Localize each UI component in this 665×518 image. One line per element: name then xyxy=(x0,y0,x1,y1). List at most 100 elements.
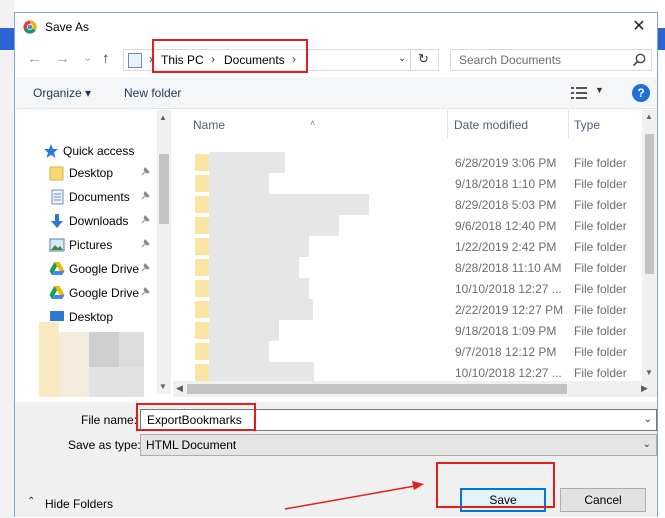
column-header-type[interactable]: Type xyxy=(574,118,600,132)
address-history-dropdown[interactable]: ⌄ xyxy=(398,53,406,64)
search-box[interactable]: Search Documents xyxy=(450,49,652,71)
sidebar-item-desktop[interactable]: Desktop xyxy=(49,162,159,184)
file-date: 10/10/2018 12:27 ... xyxy=(455,282,562,296)
folder-icon xyxy=(195,217,209,234)
file-type: File folder xyxy=(574,282,627,296)
table-row[interactable]: 2/22/2019 12:27 PM File folder xyxy=(173,299,643,320)
table-row[interactable]: 1/22/2019 2:42 PM File folder xyxy=(173,236,643,257)
close-button[interactable]: ✕ xyxy=(627,16,651,38)
sidebar-item-quick-access[interactable]: Quick access xyxy=(43,140,153,162)
sidebar-item-label: Quick access xyxy=(63,144,135,158)
pin-icon xyxy=(141,167,150,176)
save-type-select[interactable]: HTML Document ⌄ xyxy=(140,434,657,456)
file-name-redacted xyxy=(209,236,309,257)
scrollbar-thumb[interactable] xyxy=(159,154,169,224)
table-row[interactable]: 10/10/2018 12:27 ... File folder xyxy=(173,362,643,383)
folder-icon xyxy=(195,301,209,318)
file-date: 9/18/2018 1:09 PM xyxy=(455,324,557,338)
recent-locations-button[interactable]: ⌄ xyxy=(83,50,92,66)
up-button[interactable]: ↑ xyxy=(102,51,110,67)
sidebar-item-google-drive[interactable]: Google Drive xyxy=(49,282,159,304)
sidebar-item-desktop-2[interactable]: Desktop xyxy=(49,306,159,328)
file-name-dropdown-icon[interactable]: ⌄ xyxy=(644,414,652,425)
file-date: 9/7/2018 12:12 PM xyxy=(455,345,557,359)
table-row[interactable]: 9/7/2018 12:12 PM File folder xyxy=(173,341,643,362)
pin-icon xyxy=(141,215,150,224)
pin-icon xyxy=(141,239,150,248)
folder-icon xyxy=(195,364,209,381)
file-list-horizontal-scrollbar[interactable]: ◀ ▶ xyxy=(173,381,657,397)
address-divider xyxy=(410,50,411,70)
scroll-left-arrow-icon[interactable]: ◀ xyxy=(176,383,183,394)
sidebar-item-downloads[interactable]: Downloads xyxy=(49,210,159,232)
scroll-up-arrow-icon[interactable]: ▲ xyxy=(159,113,167,122)
command-toolbar: Organize ▾ New folder ▼ ? xyxy=(15,77,657,109)
organize-button[interactable]: Organize ▾ xyxy=(33,86,91,100)
file-name-label: File name: xyxy=(81,413,138,427)
cancel-button[interactable]: Cancel xyxy=(560,488,646,512)
file-name-redacted xyxy=(209,341,269,362)
sidebar-item-label: Desktop xyxy=(69,166,114,180)
file-date: 8/29/2018 5:03 PM xyxy=(455,198,557,212)
refresh-button[interactable]: ↻ xyxy=(418,51,429,67)
file-list-vertical-scrollbar[interactable]: ▲ ▼ xyxy=(642,110,657,394)
column-header-name[interactable]: Name xyxy=(193,118,225,132)
table-row[interactable]: 9/18/2018 1:10 PM File folder xyxy=(173,173,643,194)
column-header-date[interactable]: Date modified xyxy=(454,118,528,132)
table-row[interactable]: 9/6/2018 12:40 PM File folder xyxy=(173,215,643,236)
forward-button[interactable]: → xyxy=(55,51,70,67)
table-row[interactable]: 10/10/2018 12:27 ... File folder xyxy=(173,278,643,299)
back-button[interactable]: ← xyxy=(27,51,42,67)
folder-icon xyxy=(49,166,64,181)
file-date: 9/6/2018 12:40 PM xyxy=(455,219,557,233)
file-date: 1/22/2019 2:42 PM xyxy=(455,240,557,254)
scroll-right-arrow-icon[interactable]: ▶ xyxy=(641,383,648,394)
sidebar-item-pictures[interactable]: Pictures xyxy=(49,234,159,256)
file-name-redacted xyxy=(209,194,369,215)
scrollbar-thumb[interactable] xyxy=(645,134,654,274)
blurred-item xyxy=(89,332,119,367)
scroll-down-arrow-icon[interactable]: ▼ xyxy=(159,382,167,391)
scroll-up-arrow-icon[interactable]: ▲ xyxy=(645,112,653,121)
column-divider[interactable] xyxy=(447,110,448,138)
search-icon[interactable] xyxy=(631,52,647,68)
file-name-redacted xyxy=(209,299,313,320)
pin-icon xyxy=(141,287,150,296)
table-row[interactable]: 6/28/2019 3:06 PM File folder xyxy=(173,152,643,173)
file-date: 2/22/2019 12:27 PM xyxy=(455,303,564,317)
folder-icon xyxy=(195,343,209,360)
file-type: File folder xyxy=(574,156,627,170)
title-bar: Save As ✕ xyxy=(15,13,657,41)
file-type: File folder xyxy=(574,198,627,212)
chevron-down-icon[interactable]: ⌄ xyxy=(643,439,651,450)
sidebar-item-documents[interactable]: Documents xyxy=(49,186,159,208)
chevron-up-icon: ⌃ xyxy=(27,496,36,507)
column-divider[interactable] xyxy=(568,110,569,138)
pin-icon xyxy=(141,191,150,200)
view-dropdown-icon[interactable]: ▼ xyxy=(595,85,604,95)
scrollbar-thumb[interactable] xyxy=(187,384,567,394)
help-button[interactable]: ? xyxy=(632,84,650,102)
folder-icon xyxy=(195,322,209,339)
table-row[interactable]: 8/28/2018 11:10 AM File folder xyxy=(173,257,643,278)
file-name-redacted xyxy=(209,173,269,194)
table-row[interactable]: 8/29/2018 5:03 PM File folder xyxy=(173,194,643,215)
file-type: File folder xyxy=(574,345,627,359)
pictures-icon xyxy=(49,238,65,252)
view-options-icon[interactable] xyxy=(571,87,587,99)
scroll-down-arrow-icon[interactable]: ▼ xyxy=(645,368,653,377)
sidebar-item-google-drive[interactable]: Google Drive xyxy=(49,258,159,280)
chrome-icon xyxy=(23,20,37,34)
search-input[interactable]: Search Documents xyxy=(459,53,561,67)
file-name-redacted xyxy=(209,215,339,236)
navigation-bar: ← → ⌄ ↑ › This PC › Documents › ⌄ ↻ Sear… xyxy=(15,41,657,77)
table-row[interactable]: 9/18/2018 1:09 PM File folder xyxy=(173,320,643,341)
file-date: 6/28/2019 3:06 PM xyxy=(455,156,557,170)
folder-icon xyxy=(195,259,209,276)
new-folder-button[interactable]: New folder xyxy=(124,86,181,100)
folder-icon xyxy=(195,154,209,171)
file-name-redacted xyxy=(209,278,309,299)
navigation-pane-scrollbar[interactable]: ▲ ▼ xyxy=(157,110,171,394)
folder-icon xyxy=(195,175,209,192)
file-name-redacted xyxy=(209,362,314,383)
